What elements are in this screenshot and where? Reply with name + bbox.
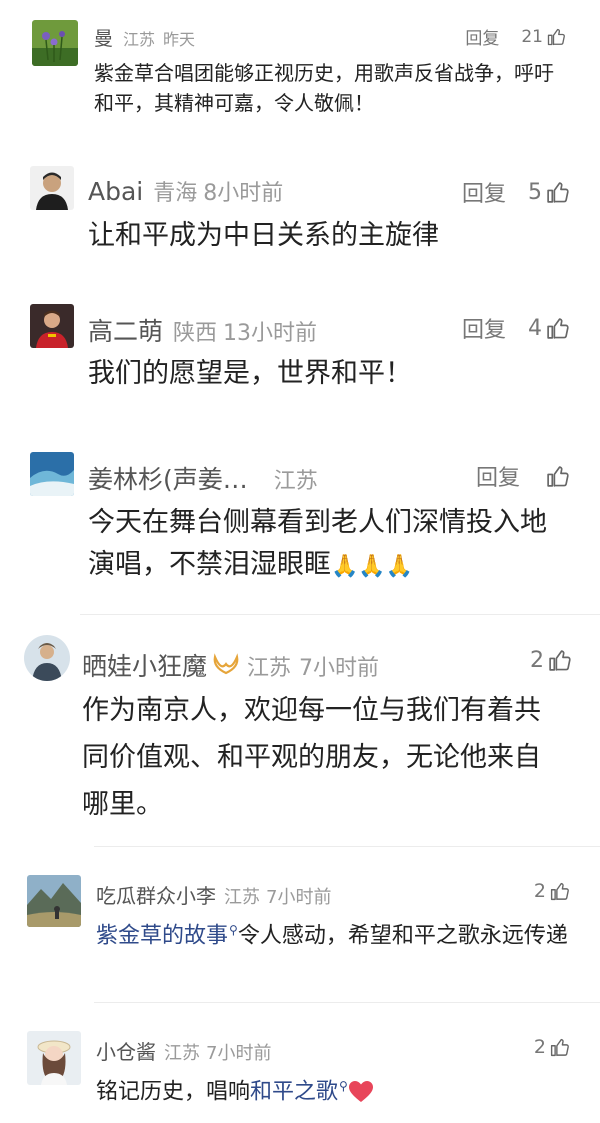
- crown-icon: [211, 652, 241, 681]
- timestamp: 昨天: [163, 30, 196, 49]
- like-count: 5: [528, 179, 542, 205]
- comment-item: 晒娃小狂魔 江苏 7小时前 2 作为南京人，欢迎每一位与我们有着共同价值观、和平…: [0, 615, 600, 845]
- location: 江苏: [273, 469, 318, 494]
- like-button[interactable]: 2: [534, 880, 570, 902]
- keyword-link[interactable]: 紫金草的故事: [96, 923, 228, 948]
- avatar[interactable]: [30, 452, 74, 496]
- reply-text-prefix: 铭记历史，唱响: [96, 1079, 251, 1105]
- search-icon: ⚲: [339, 1079, 348, 1093]
- timestamp: 7小时前: [266, 887, 332, 908]
- reply-text: 紫金草的故事⚲令人感动，希望和平之歌永远传递: [96, 913, 576, 953]
- avatar[interactable]: [27, 875, 81, 927]
- search-icon: ⚲: [229, 923, 238, 937]
- username[interactable]: 高二萌: [88, 312, 163, 348]
- avatar[interactable]: [30, 304, 74, 348]
- like-count: 2: [533, 880, 546, 902]
- like-button[interactable]: [542, 464, 570, 489]
- comment-item: 曼 江苏 昨天 回复 21 紫金草合唱团能够正视历史，用歌声反省战争，呼吁和平，…: [0, 0, 600, 150]
- reply-item: 小仓酱 江苏 7小时前 2 铭记历史，唱响和平之歌⚲: [0, 1003, 600, 1123]
- thumb-up-icon: [547, 648, 572, 673]
- username[interactable]: Abai: [88, 177, 143, 206]
- reply-button[interactable]: 回复: [462, 312, 506, 344]
- thumb-up-icon: [546, 27, 566, 47]
- reply-text-body: 令人感动，希望和平之歌永远传递: [237, 923, 568, 949]
- location: 江苏: [247, 656, 292, 681]
- location: 江苏: [224, 887, 260, 908]
- comment-item: Abai 青海 8小时前 回复 5 让和平成为中日关系的主旋律: [0, 150, 600, 290]
- location: 青海: [153, 181, 198, 206]
- like-count: 4: [528, 315, 542, 341]
- avatar[interactable]: [30, 166, 74, 210]
- reply-button[interactable]: 回复: [476, 460, 520, 492]
- like-count: 2: [533, 1036, 546, 1058]
- avatar[interactable]: [32, 20, 78, 66]
- keyword-link[interactable]: 和平之歌: [250, 1079, 338, 1104]
- avatar[interactable]: [27, 1031, 81, 1085]
- thumb-up-icon: [549, 1037, 570, 1058]
- like-button[interactable]: 21: [521, 27, 566, 47]
- location: 江苏: [164, 1043, 200, 1064]
- comment-text: 紫金草合唱团能够正视历史，用歌声反省战争，呼吁和平，其精神可嘉，令人敬佩！: [94, 61, 554, 115]
- reply-button[interactable]: 回复: [465, 24, 499, 49]
- like-button[interactable]: 2: [534, 1036, 570, 1058]
- comment-text: 让和平成为中日关系的主旋律: [88, 220, 439, 251]
- timestamp: 13小时前: [223, 321, 318, 346]
- location: 江苏: [123, 30, 156, 49]
- reply-text: 铭记历史，唱响和平之歌⚲: [96, 1069, 576, 1109]
- thumb-up-icon: [549, 881, 570, 902]
- username[interactable]: 姜林杉(声姜…: [88, 460, 248, 496]
- comment-item: 姜林杉(声姜… 江苏 回复 今天在舞台侧幕看到老人们深情投入地演唱，不禁泪湿眼眶…: [0, 440, 600, 615]
- thumb-up-icon: [545, 180, 570, 205]
- heart-icon: [348, 1081, 373, 1103]
- thumb-up-icon: [545, 464, 570, 489]
- reply-item: 吃瓜群众小李 江苏 7小时前 2 紫金草的故事⚲令人感动，希望和平之歌永远传递: [0, 847, 600, 1002]
- like-button[interactable]: 5: [528, 180, 570, 205]
- like-button[interactable]: 4: [528, 316, 570, 341]
- like-count: 21: [521, 26, 543, 47]
- username[interactable]: 晒娃小狂魔: [82, 647, 207, 683]
- location: 陕西: [173, 321, 218, 346]
- reply-button[interactable]: 回复: [462, 176, 506, 208]
- timestamp: 7小时前: [206, 1043, 272, 1064]
- timestamp: 7小时前: [299, 656, 380, 681]
- comment-text: 作为南京人，欢迎每一位与我们有着共同价值观、和平观的朋友，无论他来自哪里。: [82, 695, 541, 820]
- username[interactable]: 吃瓜群众小李: [96, 880, 216, 909]
- comment-item: 高二萌 陕西 13小时前 回复 4 我们的愿望是，世界和平！: [0, 290, 600, 440]
- comment-text: 今天在舞台侧幕看到老人们深情投入地演唱，不禁泪湿眼眶🙏🙏🙏: [88, 502, 558, 588]
- like-count: 2: [530, 648, 544, 673]
- avatar[interactable]: [24, 635, 70, 681]
- timestamp: 8小时前: [203, 181, 284, 206]
- pray-emoji: 🙏🙏🙏: [331, 554, 414, 579]
- like-button[interactable]: 2: [530, 648, 572, 673]
- thumb-up-icon: [545, 316, 570, 341]
- comment-text-body: 今天在舞台侧幕看到老人们深情投入地演唱，不禁泪湿眼眶: [88, 507, 547, 580]
- username[interactable]: 小仓酱: [96, 1036, 156, 1065]
- username[interactable]: 曼: [94, 24, 113, 51]
- comment-text: 我们的愿望是，世界和平！: [88, 358, 412, 389]
